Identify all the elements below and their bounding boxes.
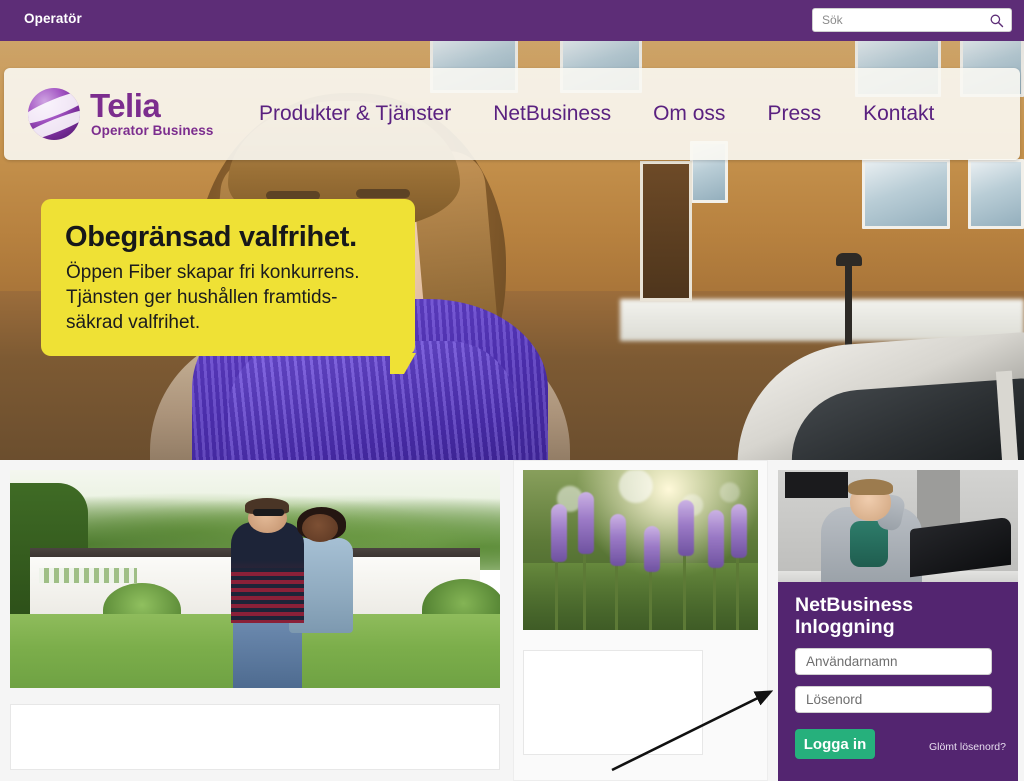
forgot-password-link[interactable]: Glömt lösenord? [929, 741, 1006, 753]
search-box[interactable] [812, 8, 1012, 32]
login-submit-button[interactable]: Logga in [795, 729, 875, 759]
card-mid-photo[interactable] [523, 470, 758, 630]
card-mid-blank[interactable] [523, 650, 703, 755]
login-title: NetBusiness Inloggning [795, 594, 914, 638]
top-bar: Operatör [0, 0, 1024, 41]
man-laptop-photo [778, 470, 1018, 585]
main-navbar: Telia Operator Business Produkter & Tjän… [4, 68, 1020, 160]
search-input[interactable] [813, 9, 985, 31]
lavender-flowers-photo [523, 470, 758, 630]
nav-item-press[interactable]: Press [767, 102, 821, 126]
password-input[interactable] [795, 686, 992, 713]
nav-links: Produkter & Tjänster NetBusiness Om oss … [259, 68, 934, 160]
couple-house-photo [10, 470, 500, 688]
telia-sphere-logo-icon [28, 88, 80, 140]
card-right-photo[interactable] [778, 470, 1018, 585]
callout-tail [390, 353, 416, 374]
operator-title: Operatör [24, 11, 82, 26]
nav-item-om-oss[interactable]: Om oss [653, 102, 725, 126]
username-input[interactable] [795, 648, 992, 675]
netbusiness-login-panel: NetBusiness Inloggning Logga in Glömt lö… [778, 582, 1018, 781]
nav-item-produkter-tjanster[interactable]: Produkter & Tjänster [259, 102, 451, 126]
logo-wordmark: Telia [90, 87, 161, 124]
search-icon[interactable] [989, 13, 1004, 28]
page-root: Operatör Sök Obegränsad valfrihet. Öppen… [0, 0, 1024, 781]
card-left-photo[interactable] [10, 470, 500, 688]
callout-body: Öppen Fiber skapar fri konkurrens. Tjäns… [66, 262, 360, 333]
nav-item-netbusiness[interactable]: NetBusiness [493, 102, 611, 126]
card-left-blank[interactable] [10, 704, 500, 770]
nav-item-kontakt[interactable]: Kontakt [863, 102, 934, 126]
hero-callout: Obegränsad valfrihet. Öppen Fiber skapar… [41, 199, 415, 356]
logo-subtitle: Operator Business [91, 123, 214, 138]
telia-logo[interactable]: Telia Operator Business [28, 85, 248, 143]
callout-title: Obegränsad valfrihet. [65, 221, 357, 253]
